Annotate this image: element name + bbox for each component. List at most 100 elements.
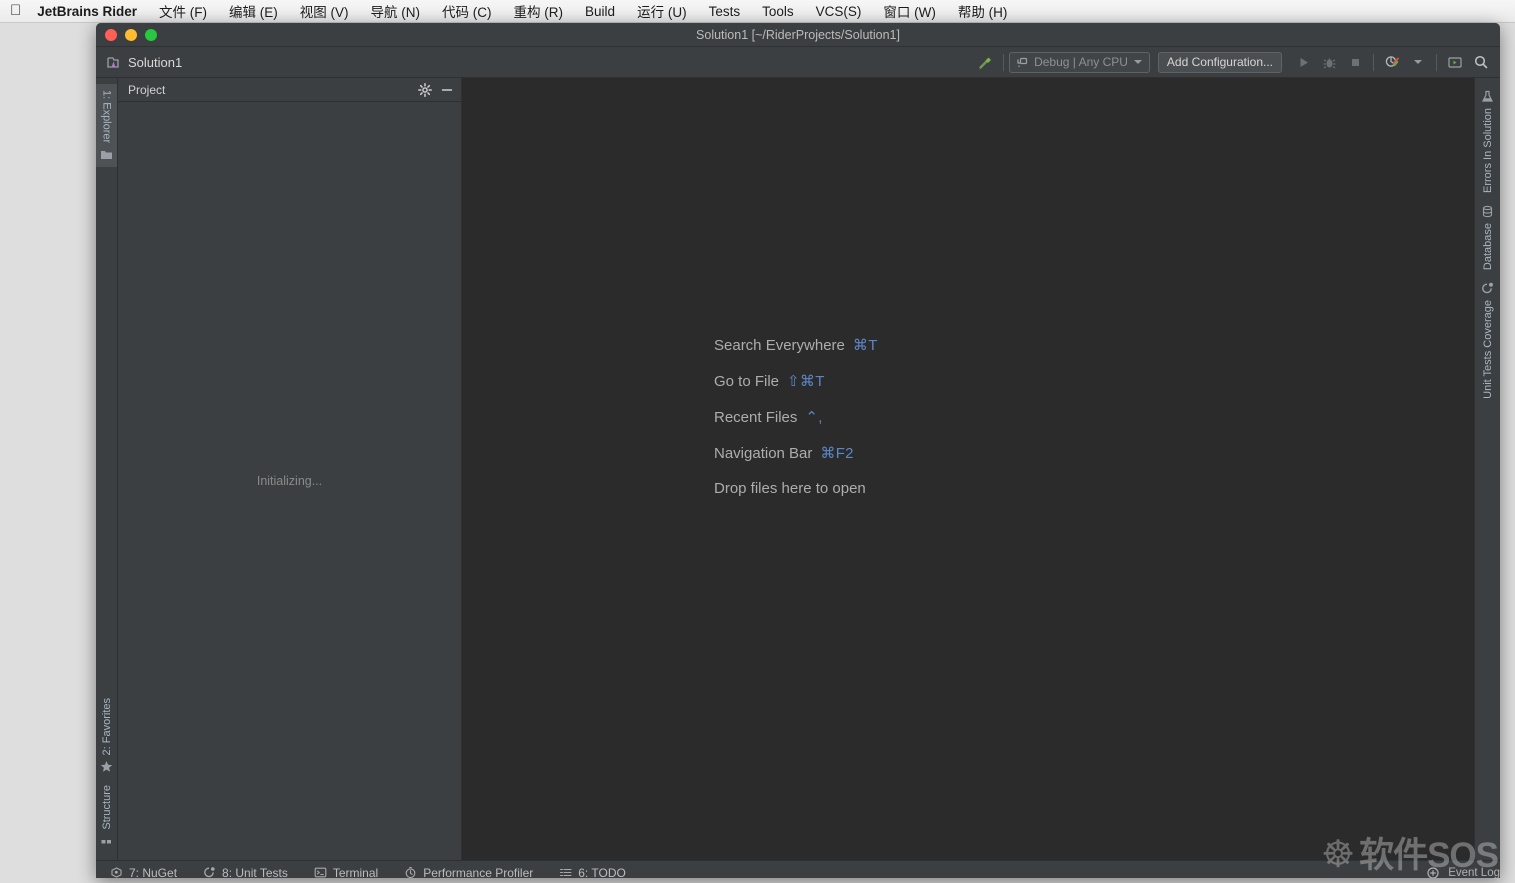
hint-recent-files[interactable]: Recent Files ⌃, — [714, 408, 878, 426]
menu-item-build[interactable]: Build — [585, 4, 615, 19]
hint-search-everywhere[interactable]: Search Everywhere ⌘T — [714, 336, 878, 354]
run-config-icon — [1015, 56, 1028, 69]
left-tool-stripe: 1: Explorer 2: Favorites Structure — [96, 78, 118, 860]
bottom-tab-todo[interactable]: 6: TODO — [559, 865, 626, 879]
run-icon[interactable] — [1290, 50, 1316, 74]
hint-shortcut: ⌃, — [805, 409, 823, 426]
screen:  JetBrains Rider 文件 (F) 编辑 (E) 视图 (V) 导… — [0, 0, 1515, 883]
maximize-window-button[interactable] — [145, 28, 157, 41]
bottom-tab-nuget[interactable]: 7: NuGet — [110, 865, 178, 879]
toolbar-actions: Debug | Any CPU Add Configuration... — [972, 50, 1500, 74]
menu-item-navigate[interactable]: 导航 (N) — [371, 1, 421, 21]
sidebar-item-favorites[interactable]: 2: Favorites — [96, 692, 117, 779]
gear-icon[interactable] — [418, 82, 432, 97]
stop-icon[interactable] — [1342, 50, 1368, 74]
folder-icon — [100, 148, 113, 161]
menu-item-run[interactable]: 运行 (U) — [637, 1, 687, 21]
bottom-tab-label: Performance Profiler — [423, 865, 534, 879]
menu-item-window[interactable]: 窗口 (W) — [883, 1, 935, 21]
apple-logo-icon[interactable]:  — [10, 3, 21, 18]
menu-item-vcs[interactable]: VCS(S) — [816, 4, 862, 19]
sidebar-item-label: Database — [1481, 222, 1494, 271]
unit-tests-icon — [203, 866, 216, 878]
search-icon[interactable] — [1468, 50, 1494, 74]
minimize-window-button[interactable] — [125, 28, 137, 41]
ide-body: 1: Explorer 2: Favorites Structure Proje… — [96, 78, 1500, 860]
sidebar-item-label: Errors In Solution — [1481, 108, 1494, 193]
profiler-icon — [404, 866, 417, 878]
toolbar-separator-3 — [1436, 53, 1437, 71]
chevron-down-icon — [1133, 60, 1142, 64]
traffic-lights — [105, 28, 157, 41]
hint-drop-files: Drop files here to open — [714, 480, 878, 497]
close-window-button[interactable] — [105, 28, 117, 41]
hammer-icon[interactable] — [972, 50, 998, 74]
hint-label: Navigation Bar — [714, 445, 813, 462]
event-log-icon[interactable] — [1426, 866, 1440, 878]
restore-layout-icon[interactable] — [1442, 50, 1468, 74]
project-panel-body: Initializing... — [118, 102, 461, 860]
bottom-tab-unit-tests[interactable]: 8: Unit Tests — [203, 865, 288, 879]
status-bar-right: Event Log — [1426, 866, 1500, 879]
bottom-tab-label: 7: NuGet — [129, 865, 178, 879]
sidebar-item-unit-tests-coverage[interactable]: Unit Tests Coverage — [1475, 276, 1500, 405]
editor-hints: Search Everywhere ⌘T Go to File ⇧⌘T Recent… — [714, 336, 878, 497]
hint-label: Go to File — [714, 373, 780, 390]
structure-icon — [100, 835, 113, 848]
flask-icon — [1481, 90, 1494, 103]
sidebar-item-database[interactable]: Database — [1475, 199, 1500, 276]
run-configuration-selector[interactable]: Debug | Any CPU — [1009, 51, 1150, 73]
project-tool-window: Project Initializing... — [118, 78, 462, 860]
event-log-label[interactable]: Event Log — [1448, 867, 1500, 879]
menu-item-file[interactable]: 文件 (F) — [159, 1, 207, 21]
menu-item-tools[interactable]: Tools — [762, 4, 794, 19]
hint-navigation-bar[interactable]: Navigation Bar ⌘F2 — [714, 444, 878, 462]
menu-item-view[interactable]: 视图 (V) — [300, 1, 349, 21]
menu-item-tests[interactable]: Tests — [709, 4, 741, 19]
bottom-tab-performance-profiler[interactable]: Performance Profiler — [404, 865, 534, 879]
sidebar-item-errors-in-solution[interactable]: Errors In Solution — [1475, 84, 1500, 199]
debug-icon[interactable] — [1316, 50, 1342, 74]
coverage-dropdown-icon[interactable] — [1405, 50, 1431, 74]
sidebar-item-label: Structure — [100, 785, 113, 830]
menu-item-edit[interactable]: 编辑 (E) — [229, 1, 278, 21]
sidebar-item-label: 1: Explorer — [100, 90, 113, 144]
menu-item-refactor[interactable]: 重构 (R) — [514, 1, 564, 21]
coverage-icon[interactable] — [1379, 50, 1405, 74]
solution-icon — [106, 55, 121, 70]
ide-window: Solution1 [~/RiderProjects/Solution1] So… — [96, 23, 1500, 878]
window-title-bar: Solution1 [~/RiderProjects/Solution1] — [96, 23, 1500, 47]
menu-item-help[interactable]: 帮助 (H) — [958, 1, 1008, 21]
sidebar-item-explorer[interactable]: 1: Explorer — [96, 84, 117, 168]
hint-label: Drop files here to open — [714, 480, 866, 497]
bottom-tab-label: 6: TODO — [578, 865, 626, 879]
macos-menu-bar:  JetBrains Rider 文件 (F) 编辑 (E) 视图 (V) 导… — [0, 0, 1515, 23]
sidebar-item-structure[interactable]: Structure — [96, 779, 117, 854]
coverage-icon — [1481, 282, 1494, 295]
sidebar-item-label: Unit Tests Coverage — [1481, 300, 1494, 399]
right-tool-stripe: Errors In Solution Database Unit Tests C… — [1474, 78, 1500, 860]
main-toolbar: Solution1 Debug | Any CPU Add Configurat… — [96, 47, 1500, 78]
menu-app-name[interactable]: JetBrains Rider — [37, 4, 137, 19]
hint-label: Search Everywhere — [714, 337, 845, 354]
panel-actions — [418, 82, 454, 97]
sidebar-item-label: 2: Favorites — [100, 697, 113, 756]
star-icon — [100, 760, 113, 773]
hint-shortcut: ⌘F2 — [820, 445, 854, 462]
add-configuration-label: Add Configuration... — [1166, 55, 1273, 69]
todo-icon — [559, 866, 572, 878]
bottom-tab-label: 8: Unit Tests — [222, 865, 288, 879]
hint-go-to-file[interactable]: Go to File ⇧⌘T — [714, 372, 878, 390]
editor-area[interactable]: Search Everywhere ⌘T Go to File ⇧⌘T Recent… — [462, 78, 1474, 860]
terminal-icon — [314, 866, 327, 878]
menu-item-code[interactable]: 代码 (C) — [442, 1, 492, 21]
project-panel-header: Project — [118, 78, 461, 102]
minimize-icon[interactable] — [440, 83, 454, 97]
bottom-tab-terminal[interactable]: Terminal — [314, 865, 379, 879]
project-status-text: Initializing... — [256, 474, 323, 488]
solution-name[interactable]: Solution1 — [128, 55, 182, 70]
bottom-tab-label: Terminal — [332, 865, 379, 879]
hint-shortcut: ⌘T — [852, 337, 878, 354]
add-configuration-button[interactable]: Add Configuration... — [1157, 51, 1282, 73]
toolbar-separator-2 — [1373, 53, 1374, 71]
